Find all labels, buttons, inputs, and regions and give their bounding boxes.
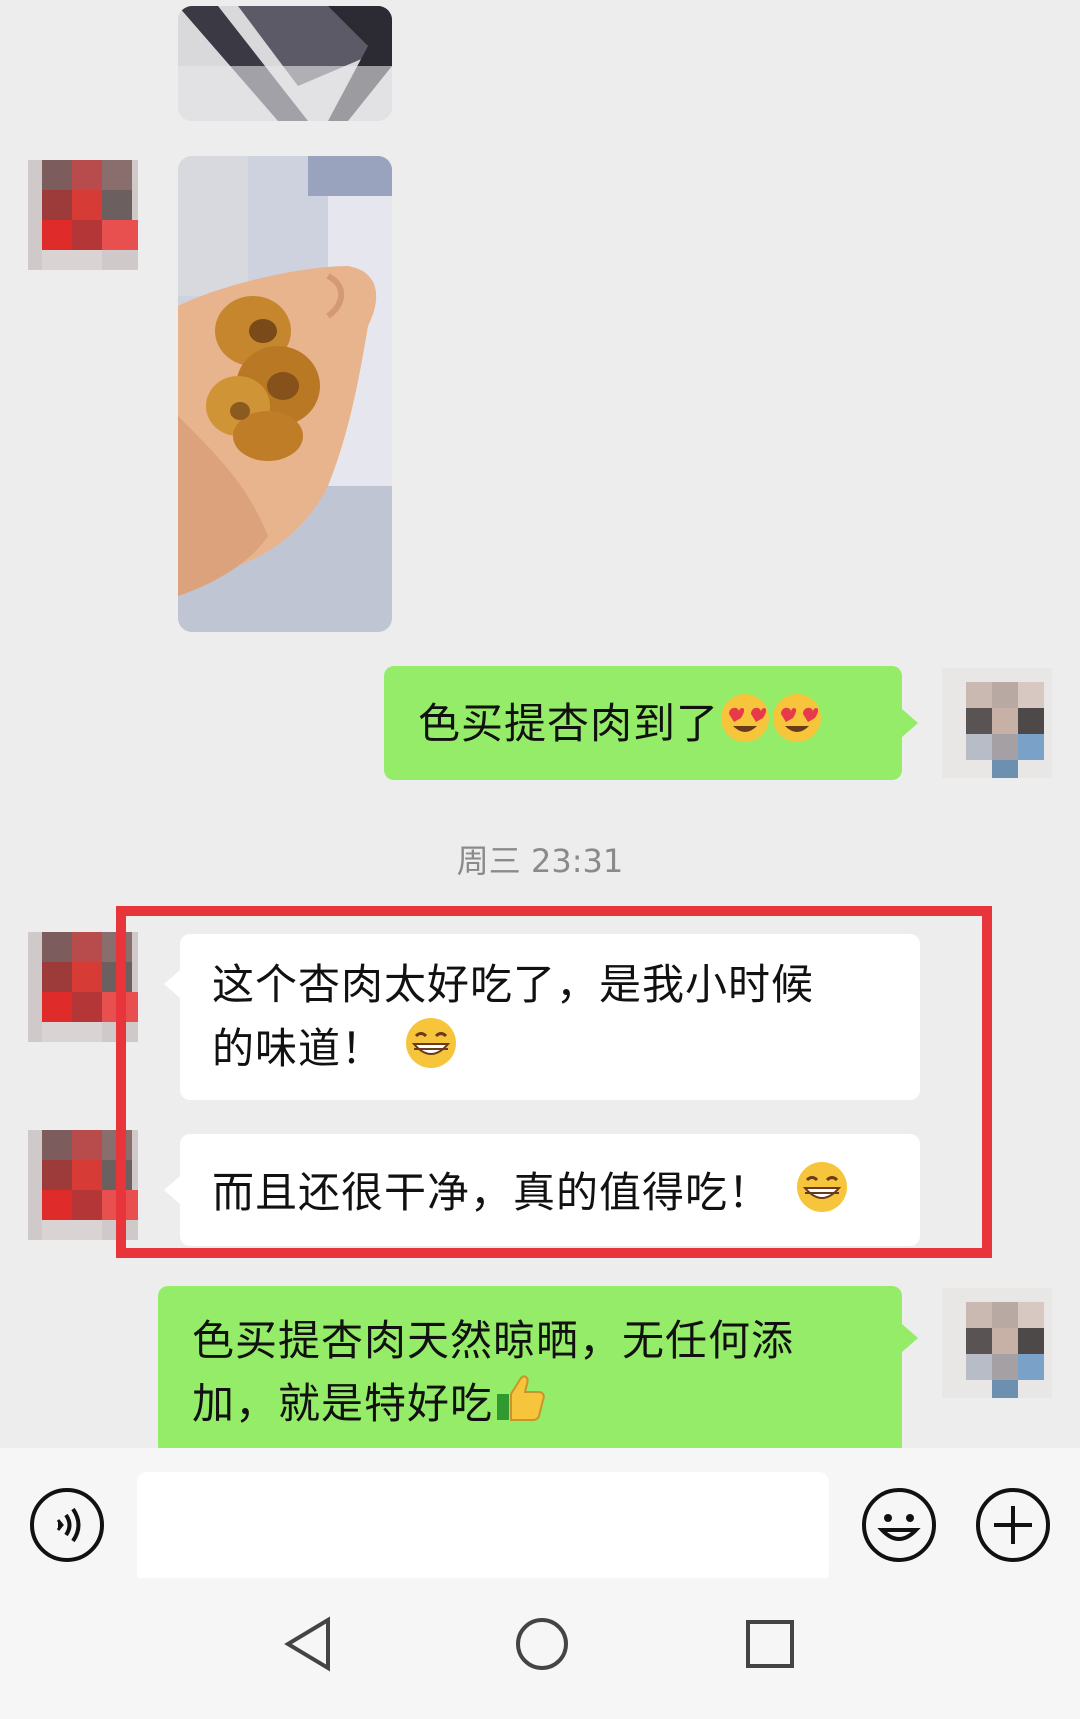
highlight-box — [116, 906, 992, 1258]
my-avatar[interactable] — [942, 668, 1052, 778]
message-input[interactable] — [137, 1472, 829, 1582]
sent-message-bubble[interactable]: 色买提杏肉到了 — [384, 666, 902, 780]
heart-eyes-emoji — [719, 692, 771, 761]
smiley-icon[interactable] — [860, 1486, 938, 1568]
bubble-tail — [902, 709, 918, 737]
bubble-tail — [902, 1324, 918, 1352]
input-bar — [0, 1448, 1080, 1582]
message-text-line: 加，就是特好吃 — [192, 1379, 494, 1428]
sent-message-bubble[interactable]: 色买提杏肉天然晾晒，无任何添 加，就是特好吃 — [158, 1286, 902, 1448]
chat-area[interactable]: 色买提杏肉到了 周三 23:31 这个杏肉太好吃了，是我小时候 的味道！ 而且还… — [0, 0, 1080, 1448]
message-text: 色买提杏肉到了 — [418, 699, 720, 748]
plus-icon[interactable] — [974, 1486, 1052, 1568]
heart-eyes-emoji — [771, 692, 823, 761]
recents-square-icon[interactable] — [744, 1618, 796, 1674]
chat-image-top[interactable] — [178, 6, 392, 121]
system-navigation-bar — [0, 1578, 1080, 1719]
thumbs-up-emoji — [493, 1372, 545, 1441]
message-timestamp: 周三 23:31 — [456, 842, 624, 880]
message-text-line: 色买提杏肉天然晾晒，无任何添 — [192, 1316, 795, 1365]
voice-icon[interactable] — [28, 1486, 106, 1568]
contact-avatar[interactable] — [28, 160, 138, 270]
home-circle-icon[interactable] — [514, 1616, 570, 1676]
my-avatar[interactable] — [942, 1288, 1052, 1398]
back-triangle-icon[interactable] — [282, 1616, 334, 1676]
chat-image-apricot-hand[interactable] — [178, 156, 392, 632]
